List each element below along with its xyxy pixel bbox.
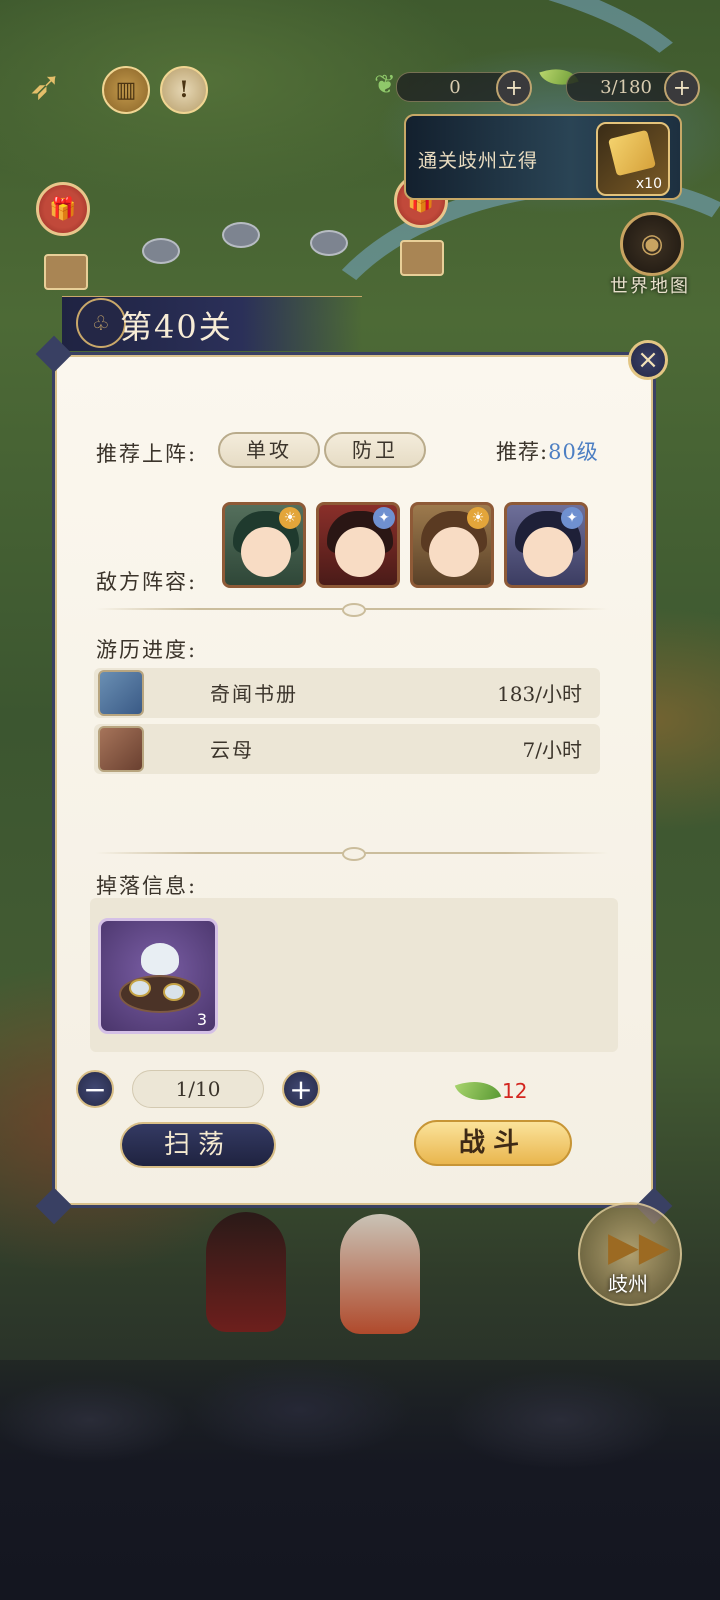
recommend-level-value: 80级	[548, 440, 599, 464]
progress-item-rate: 7/小时	[522, 738, 582, 762]
reward-item[interactable]: x10	[596, 122, 670, 196]
drop-item-quantity: 3	[196, 1010, 207, 1029]
map-stage-flag[interactable]	[400, 240, 444, 276]
info-icon[interactable]: !	[160, 66, 208, 114]
decrease-button[interactable]: −	[76, 1070, 114, 1108]
star-class-icon: ✦	[373, 507, 395, 529]
sun-class-icon: ☀	[279, 507, 301, 529]
enemy-hero-portrait[interactable]: ☀	[410, 502, 494, 588]
section-divider	[96, 603, 608, 617]
progress-row: 云母 7/小时	[94, 724, 600, 774]
hero-face	[523, 527, 573, 577]
book-icon	[98, 670, 144, 716]
enemy-hero-portrait[interactable]: ☀	[222, 502, 306, 588]
resource-a-value: 0	[449, 76, 461, 98]
progress-label: 游历进度:	[96, 638, 198, 662]
drop-info-label: 掉落信息:	[96, 874, 198, 898]
hero-face	[429, 527, 479, 577]
next-stage-label[interactable]: 歧州	[598, 1268, 658, 1297]
enemy-hero-portrait[interactable]: ✦	[504, 502, 588, 588]
fight-button[interactable]: 战斗	[414, 1120, 572, 1166]
sweep-button[interactable]: 扫荡	[120, 1122, 276, 1168]
codex-icon[interactable]: ▥	[102, 66, 150, 114]
mountain-silhouette	[0, 1360, 720, 1600]
increase-button[interactable]: +	[282, 1070, 320, 1108]
sweep-count-value: 1/10	[132, 1070, 264, 1108]
mica-icon	[98, 726, 144, 772]
clear-reward-text: 通关歧州立得	[418, 150, 539, 172]
progress-item-name: 云母	[210, 738, 254, 762]
hero-face	[335, 527, 385, 577]
enemy-lineup-label: 敌方阵容:	[96, 570, 198, 594]
golden-token-icon	[607, 129, 657, 177]
close-button[interactable]: ×	[628, 340, 668, 380]
stamina-cost-value: 12	[502, 1079, 528, 1103]
enemy-hero-portrait[interactable]: ✦	[316, 502, 400, 588]
recommended-level: 推荐:80级	[496, 436, 599, 466]
map-gift-marker[interactable]: 🎁	[36, 182, 90, 236]
star-class-icon: ✦	[561, 507, 583, 529]
progress-row: 奇闻书册 183/小时	[94, 668, 600, 718]
player-character	[206, 1212, 286, 1332]
path-node	[310, 230, 348, 256]
player-character	[340, 1214, 420, 1334]
level-emblem-icon: ♧	[76, 298, 126, 348]
fast-forward-icon: ▶▶	[608, 1224, 670, 1270]
path-node	[222, 222, 260, 248]
grass-resource-icon: ❦	[374, 70, 396, 100]
recommend-tag: 防卫	[324, 432, 426, 468]
teacup-shape	[129, 979, 151, 997]
teacup-shape	[163, 983, 185, 1001]
level-title: 第40关	[120, 308, 233, 346]
progress-item-name: 奇闻书册	[210, 682, 298, 706]
clear-reward-banner[interactable]: 通关歧州立得 x10	[404, 114, 682, 200]
recommend-tag: 单攻	[218, 432, 320, 468]
hero-face	[241, 527, 291, 577]
drop-item-tea-set[interactable]: 3	[98, 918, 218, 1034]
teapot-shape	[141, 943, 179, 975]
progress-item-rate: 183/小时	[497, 682, 582, 706]
recommend-level-prefix: 推荐:	[496, 440, 549, 464]
map-stage-flag[interactable]	[44, 254, 88, 290]
sun-class-icon: ☀	[467, 507, 489, 529]
stamina-cost: 12	[454, 1071, 528, 1111]
section-divider	[96, 847, 608, 861]
back-arrow-icon[interactable]: ➶	[12, 62, 78, 110]
reward-count: x10	[635, 176, 662, 192]
world-map-icon[interactable]: ◉	[620, 212, 684, 276]
resource-a-plus-button[interactable]: +	[496, 70, 532, 106]
stamina-value: 3/180	[600, 76, 652, 98]
stamina-plus-button[interactable]: +	[664, 70, 700, 106]
path-node	[142, 238, 180, 264]
recommend-label: 推荐上阵:	[96, 442, 198, 466]
world-map-label[interactable]: 世界地图	[602, 272, 698, 298]
